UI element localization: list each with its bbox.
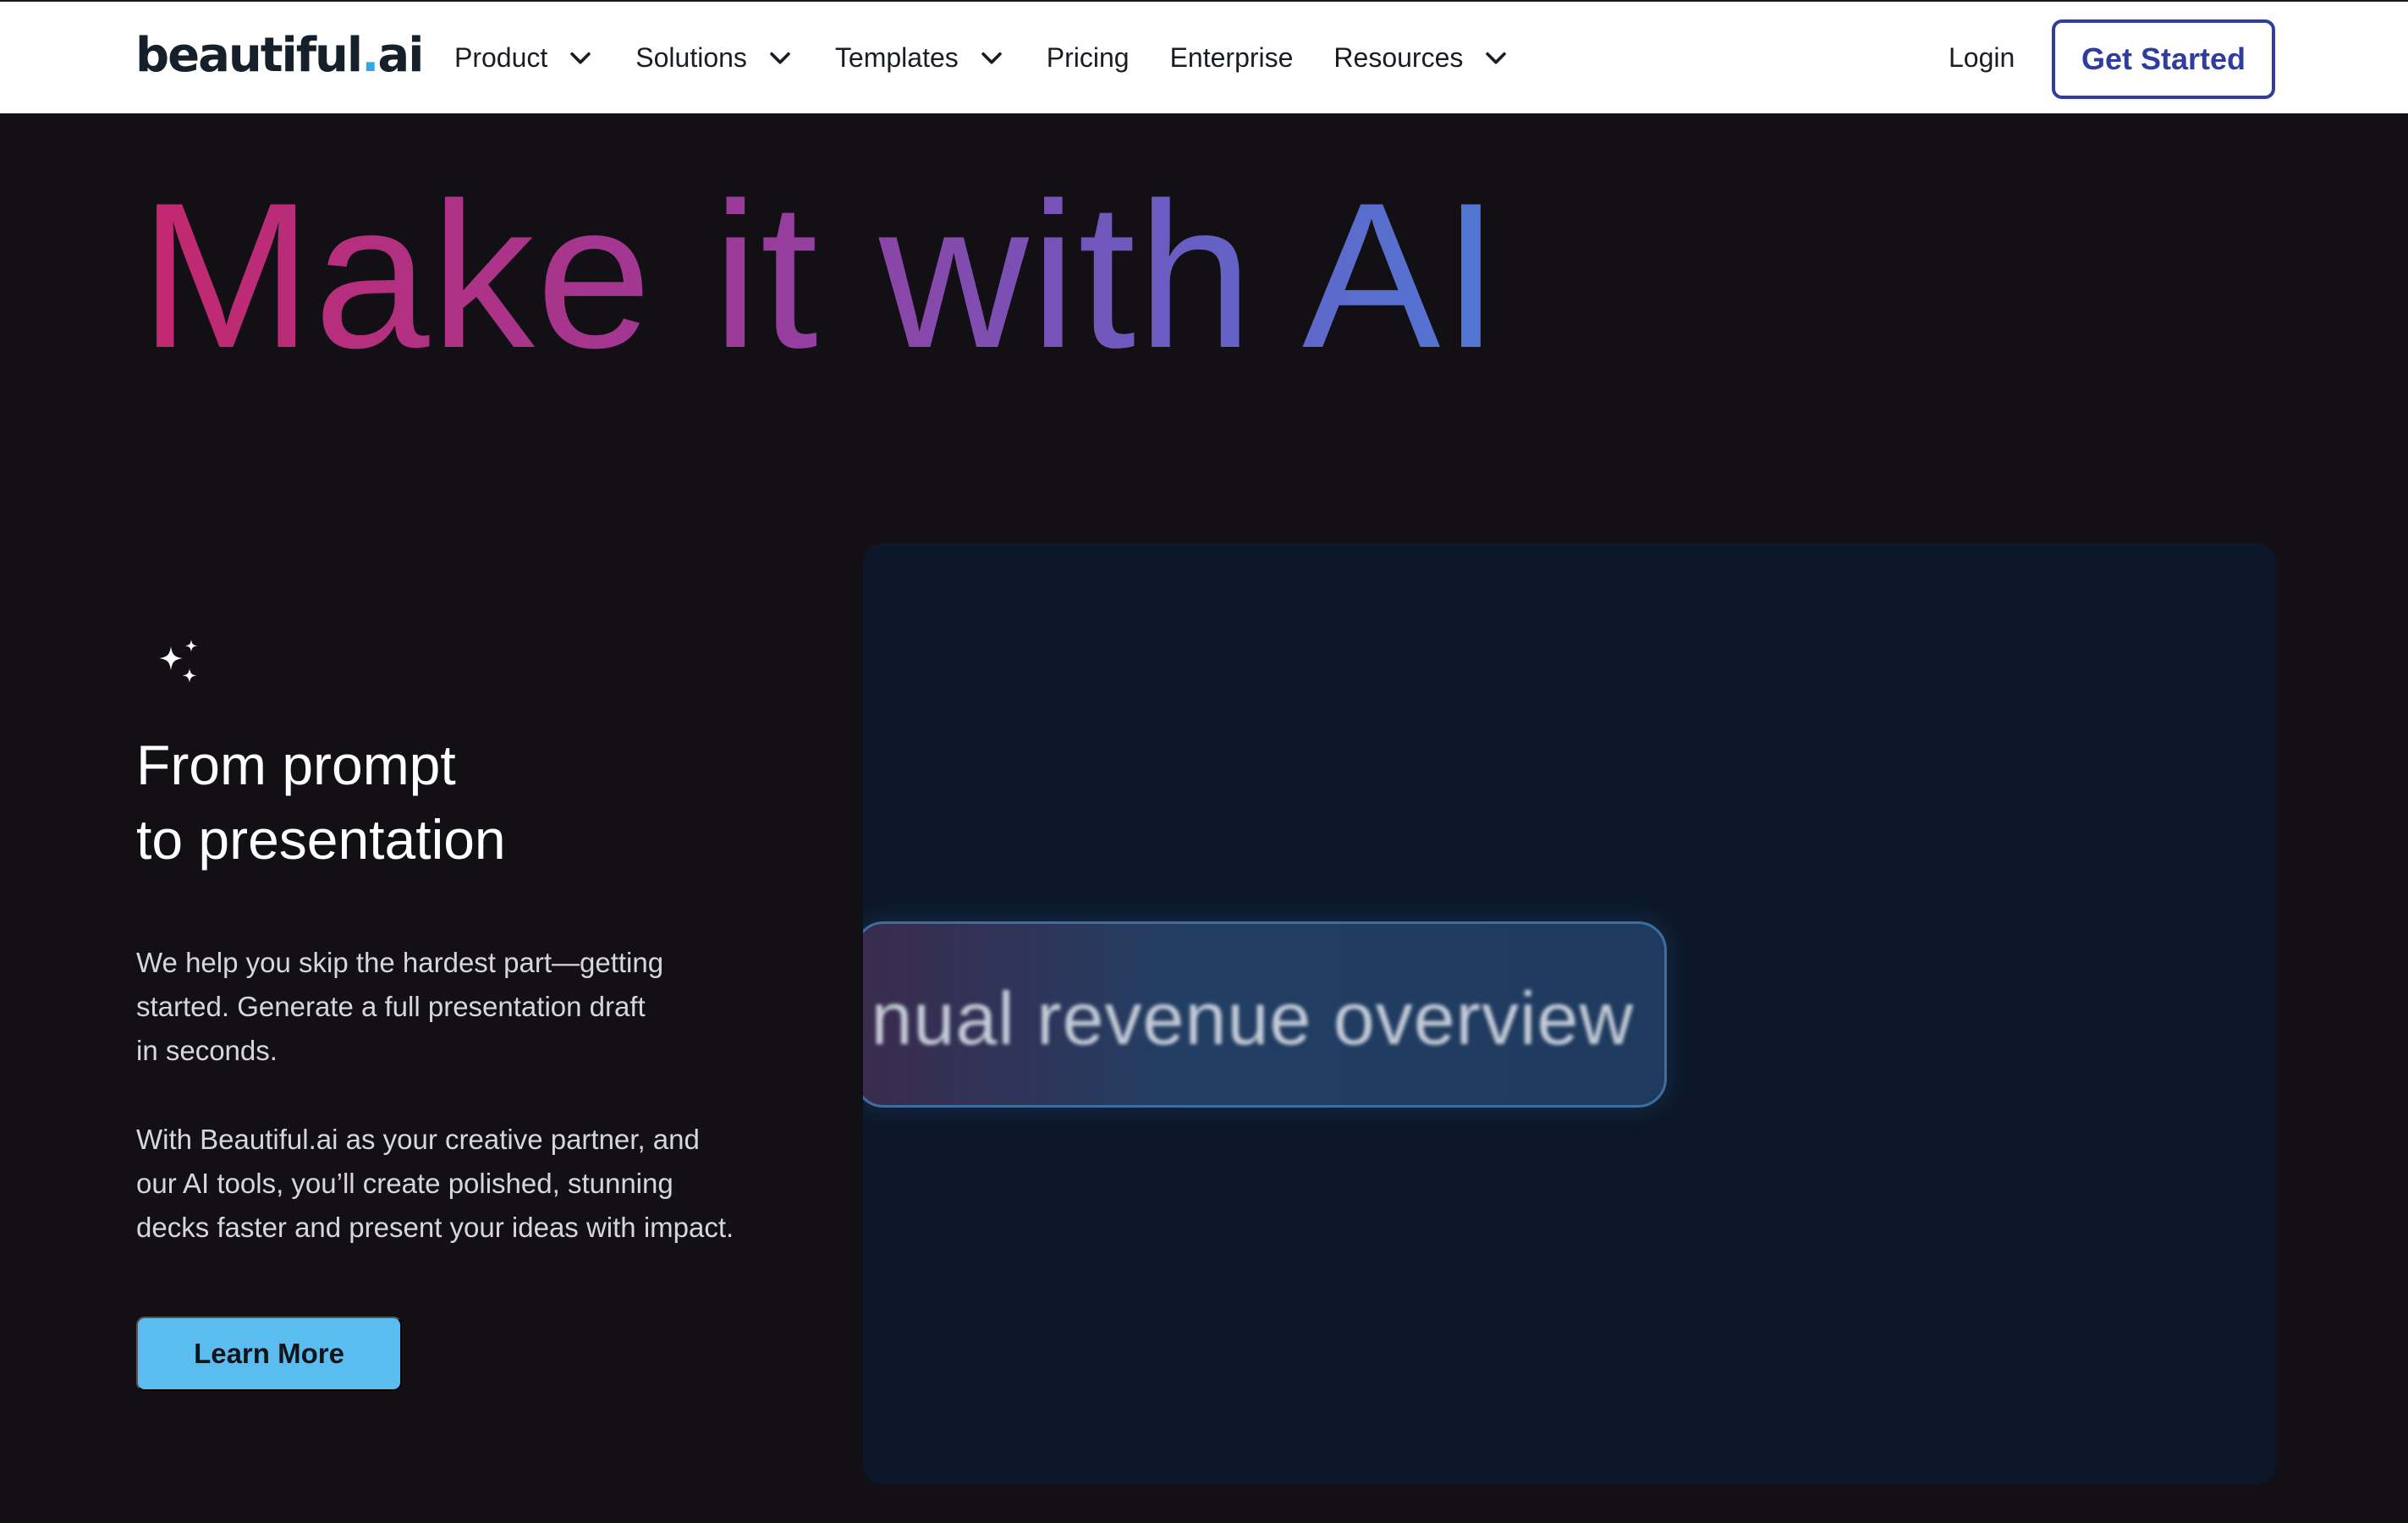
nav-label: Pricing: [1046, 41, 1130, 73]
logo-dot: .: [361, 28, 379, 83]
nav-item-enterprise[interactable]: Enterprise: [1170, 42, 1294, 74]
feature-description-secondary: With Beautiful.ai as your creative partn…: [136, 1118, 779, 1250]
nav-label: Resources: [1333, 41, 1464, 73]
top-navigation-bar: beautiful.ai Product Solutions Templates…: [0, 0, 2408, 113]
nav-label: Enterprise: [1169, 41, 1294, 73]
nav-item-product[interactable]: Product: [454, 42, 595, 74]
chevron-down-icon: [1486, 52, 1507, 64]
learn-more-button[interactable]: Learn More: [136, 1317, 402, 1391]
feature-title: From prompt to presentation: [136, 728, 864, 877]
demo-video-panel[interactable]: nual revenue overview: [863, 543, 2276, 1484]
feature-title-line: to presentation: [136, 808, 506, 871]
beautiful-ai-logo[interactable]: beautiful.ai: [135, 27, 424, 85]
description-line: We help you skip the hardest part—gettin…: [136, 947, 664, 978]
nav-item-pricing[interactable]: Pricing: [1047, 42, 1130, 74]
chevron-down-icon: [981, 52, 1002, 64]
description-line: With Beautiful.ai as your creative partn…: [136, 1124, 700, 1155]
chevron-down-icon: [770, 52, 790, 64]
description-line: in seconds.: [136, 1035, 278, 1066]
feature-description: We help you skip the hardest part—gettin…: [136, 941, 779, 1073]
description-line: started. Generate a full presentation dr…: [136, 991, 646, 1022]
hero-title: Make it with AI: [140, 159, 1502, 391]
logo-suffix: ai: [377, 28, 424, 83]
nav-item-resources[interactable]: Resources: [1333, 42, 1510, 74]
nav-label: Product: [454, 41, 548, 73]
description-line: decks faster and present your ideas with…: [136, 1212, 734, 1243]
chevron-down-icon: [570, 52, 591, 64]
main-nav: Product Solutions Templates Pricing Ente…: [454, 2, 1551, 113]
ai-prompt-box: nual revenue overview: [863, 921, 1667, 1108]
nav-item-solutions[interactable]: Solutions: [635, 42, 794, 74]
prompt-text: nual revenue overview: [871, 976, 1634, 1060]
nav-item-templates[interactable]: Templates: [835, 42, 1006, 74]
description-line: our AI tools, you’ll create polished, st…: [136, 1168, 673, 1199]
feature-title-line: From prompt: [136, 734, 456, 796]
logo-word: beautiful: [135, 28, 363, 83]
nav-label: Templates: [834, 41, 959, 73]
nav-label: Solutions: [635, 41, 747, 73]
get-started-button[interactable]: Get Started: [2052, 19, 2275, 99]
login-link[interactable]: Login: [1949, 39, 2015, 76]
sparkles-icon: [159, 640, 198, 683]
